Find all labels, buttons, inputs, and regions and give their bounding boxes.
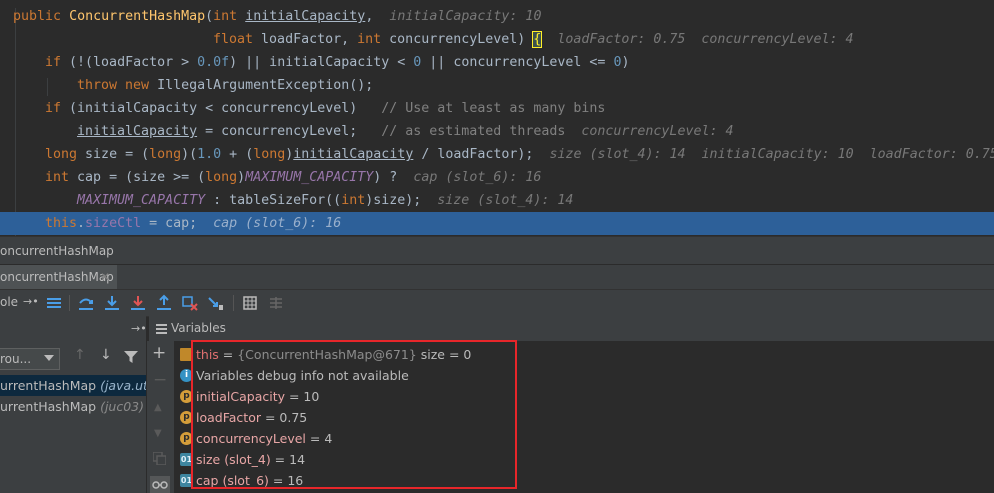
code-line-5: if (initialCapacity < concurrencyLevel) … [45, 101, 606, 116]
code-line-6: initialCapacity = concurrencyLevel; // a… [77, 124, 734, 139]
glasses-icon [152, 481, 168, 489]
inline-debug-hint: size (slot_4): 14 initialCapacity: 10 lo… [549, 147, 994, 162]
force-step-into-icon[interactable] [129, 294, 147, 312]
code-line-8: int cap = (size >= (long)MAXIMUM_CAPACIT… [45, 170, 542, 185]
show-execution-point-icon[interactable] [45, 294, 63, 312]
trace-current-stream-icon[interactable] [267, 294, 285, 312]
debug-window-title: oncurrentHashMap [0, 244, 114, 258]
red-annotation-box [191, 340, 517, 489]
restore-layout-icon[interactable]: →• [131, 316, 147, 341]
frames-header: →• [0, 316, 147, 341]
toolbar-separator [233, 295, 234, 311]
code-line-4: throw new IllegalArgumentException(); [77, 78, 374, 93]
variables-panel-icon [156, 324, 167, 334]
chevron-down-icon [44, 355, 54, 361]
step-out-icon[interactable] [155, 294, 173, 312]
debug-session-tabs: oncurrentHashMap ✕ [0, 264, 994, 290]
inline-debug-hint: cap (slot_6): 16 [213, 216, 342, 231]
variables-side-toolbar: + − ▲ ▼ [146, 341, 175, 493]
frame-list-item-selected[interactable]: urrentHashMap (java.util. [0, 375, 146, 396]
tab-debug-session[interactable]: oncurrentHashMap ✕ [0, 265, 117, 290]
inline-debug-hint: loadFactor: 0.75 concurrencyLevel: 4 [557, 32, 854, 47]
code-editor[interactable]: public ConcurrentHashMap(int initialCapa… [0, 0, 994, 236]
matched-brace: { [532, 31, 543, 48]
run-to-cursor-icon[interactable] [207, 294, 225, 312]
code-line-9: MAXIMUM_CAPACITY : tableSizeFor((int)siz… [77, 193, 574, 208]
variables-header: Variables [149, 316, 994, 341]
evaluate-expression-icon[interactable] [241, 294, 259, 312]
inline-debug-hint: cap (slot_6): 16 [413, 170, 542, 185]
add-watch-icon[interactable]: + [152, 345, 166, 362]
debug-window-title-bar: oncurrentHashMap [0, 236, 994, 265]
step-over-icon[interactable] [77, 294, 95, 312]
tab-console[interactable]: ole [0, 290, 18, 314]
code-line-3: if (!(loadFactor > 0.0f) || initialCapac… [45, 55, 630, 70]
arrow-down-icon[interactable]: ↓ [100, 347, 112, 363]
inline-debug-hint: size (slot_4): 14 [437, 193, 574, 208]
code-line-2: float loadFactor, int concurrencyLevel) … [213, 31, 854, 48]
code-line-10-execution-point: this.sizeCtl = cap; cap (slot_6): 16 [0, 212, 994, 235]
close-icon[interactable]: ✕ [100, 265, 110, 290]
code-line-7: long size = (long)(1.0 + (long)initialCa… [0, 143, 994, 166]
copy-icon[interactable] [153, 452, 166, 465]
move-down-icon[interactable]: ▼ [154, 428, 162, 439]
show-watches-toggle[interactable] [150, 476, 170, 493]
variables-title: Variables [171, 321, 226, 335]
pin-arrow-icon[interactable]: →• [23, 290, 39, 314]
drop-frame-icon[interactable] [181, 294, 199, 312]
thread-selector[interactable]: rou... [0, 348, 60, 370]
inline-debug-hint: concurrencyLevel: 4 [581, 124, 734, 139]
code-line-1: public ConcurrentHashMap(int initialCapa… [13, 9, 542, 24]
move-up-icon[interactable]: ▲ [154, 402, 162, 413]
step-into-icon[interactable] [103, 294, 121, 312]
filter-icon[interactable] [124, 351, 138, 364]
inline-debug-hint: initialCapacity: 10 [389, 9, 542, 24]
frame-list-item[interactable]: urrentHashMap (juc03) [0, 396, 146, 417]
frames-panel: rou... ↑ ↓ urrentHashMap (java.util. urr… [0, 341, 146, 493]
remove-watch-icon[interactable]: − [153, 372, 167, 389]
toolbar-separator [69, 295, 70, 311]
debugger-toolbar: ole →• [0, 289, 994, 317]
arrow-up-icon[interactable]: ↑ [74, 347, 86, 363]
